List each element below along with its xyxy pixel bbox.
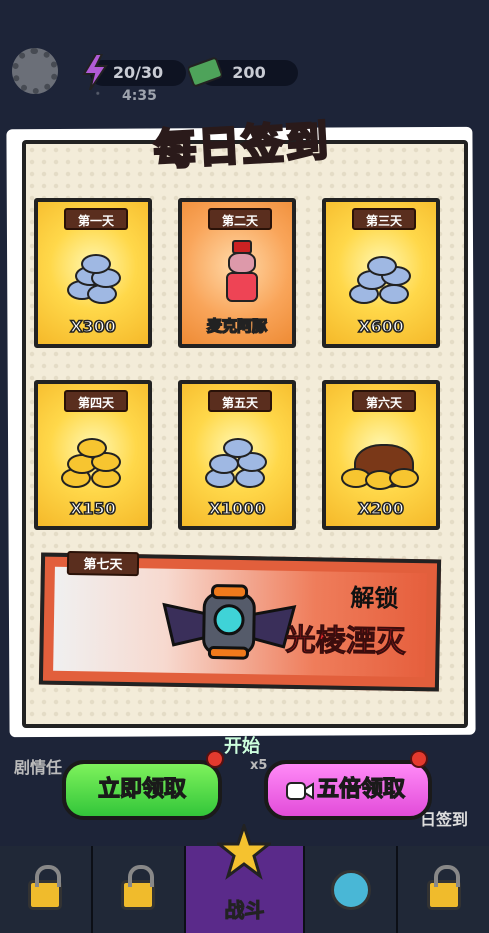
video-camera-icon — [286, 782, 314, 800]
energy-value: 20/30 — [112, 63, 164, 82]
reward-amount: X300 — [69, 316, 116, 337]
bottom-nav: 战斗 — [0, 824, 489, 933]
reward-amount: X600 — [357, 316, 404, 337]
notification-dot — [410, 750, 428, 768]
lock-icon — [121, 864, 156, 910]
day-7-banner[interactable]: 第七天 解锁 光棱湮灭 — [38, 550, 442, 692]
ticket-counter: 200 — [188, 57, 298, 87]
popup-title: 每日签到 — [151, 115, 332, 176]
silver-coins-icon — [61, 254, 125, 308]
nav-battle-label: 战斗 — [224, 898, 265, 923]
lock-icon — [426, 864, 461, 910]
claim-button[interactable]: 立即领取 — [62, 760, 222, 820]
claim-x5-button[interactable]: 五倍领取 — [264, 760, 432, 820]
nav-slot-locked-3[interactable] — [398, 846, 489, 933]
nav-slot-locked-2[interactable] — [93, 846, 186, 933]
reward-weapon-name: 光棱湮灭 — [285, 622, 407, 660]
stamina-cost: x5 — [250, 758, 268, 773]
day-label: 第五天 — [208, 390, 272, 412]
energy-timer: 4:35 — [122, 88, 157, 104]
day-7-label: 第七天 — [66, 550, 140, 577]
ticket-icon — [188, 57, 222, 87]
nav-slot-locked-1[interactable] — [0, 846, 93, 933]
silver-coins-icon — [205, 436, 269, 490]
day-label: 第四天 — [64, 390, 128, 412]
reward-name: 麦克阿豚 — [206, 316, 268, 336]
day-card-4[interactable]: 第四天 X150 — [34, 380, 152, 530]
top-bar: 20/30 4:35 200 — [0, 0, 489, 120]
day-label: 第六天 — [352, 390, 416, 412]
day-label: 第三天 — [352, 208, 416, 230]
unlock-label: 解锁 — [350, 583, 399, 613]
rocket-star-icon — [217, 824, 272, 880]
day-card-2[interactable]: 第二天 麦克阿豚 — [178, 198, 296, 348]
energy-counter: 20/30 — [82, 54, 186, 90]
silver-coins-icon — [349, 254, 413, 308]
notification-dot — [206, 750, 224, 768]
nav-upgrade[interactable] — [305, 846, 399, 933]
reward-amount: X200 — [357, 498, 404, 519]
lock-icon — [28, 864, 63, 910]
day-card-5[interactable]: 第五天 X1000 — [178, 380, 296, 530]
gold-coins-icon — [61, 436, 125, 490]
settings-gear-icon[interactable] — [12, 48, 58, 94]
reward-amount: X150 — [69, 498, 116, 519]
lightning-icon — [82, 54, 108, 90]
ticket-value: 200 — [232, 63, 266, 82]
gold-coins-pile-icon — [341, 462, 421, 492]
day-card-3[interactable]: 第三天 X600 — [322, 198, 440, 348]
story-task-label[interactable]: 剧情任 — [14, 754, 62, 778]
claim-x5-label: 五倍领取 — [316, 776, 405, 802]
day-label: 第二天 — [208, 208, 272, 230]
day-card-6[interactable]: 第六天 X200 — [322, 380, 440, 530]
reward-amount: X1000 — [208, 498, 266, 519]
upgrade-gear-icon — [330, 869, 371, 910]
day-label: 第一天 — [64, 208, 128, 230]
character-icon — [224, 240, 260, 310]
nav-battle[interactable]: 战斗 — [185, 824, 306, 933]
day-card-1[interactable]: 第一天 X300 — [34, 198, 152, 348]
